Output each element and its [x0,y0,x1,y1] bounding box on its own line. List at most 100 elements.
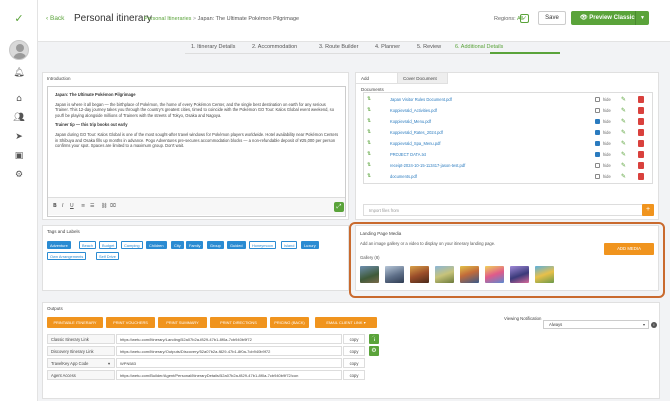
trash-icon[interactable] [638,151,644,158]
send-icon[interactable]: ➤ [12,130,26,144]
expand-icon[interactable]: ⤢ [334,202,344,212]
save-button[interactable]: Save [538,11,566,25]
output-value[interactable]: https://wetu.com/Itinerary/Outputs/Disco… [116,346,342,356]
tag-chip[interactable]: Adventure [47,241,71,249]
gear-icon[interactable]: ⚙ [12,168,26,182]
output-button[interactable]: PRINT VOUCHERS [106,317,155,328]
hide-checkbox[interactable] [595,130,600,135]
preview-dropdown-chevron-icon[interactable]: ▼ [635,11,649,25]
drag-handle-icon[interactable]: ⇅ [367,150,371,159]
hide-checkbox[interactable] [595,174,600,179]
hide-checkbox[interactable] [595,141,600,146]
copy-button[interactable]: copy [343,370,365,380]
ordered-list-icon[interactable]: ≡ [81,203,85,209]
import-add-button[interactable]: + [642,204,654,216]
trash-icon[interactable] [638,140,644,147]
tag-chip[interactable]: Camping [121,241,143,249]
edit-icon[interactable]: ✎ [621,106,626,115]
hide-checkbox[interactable] [595,152,600,157]
tab-add-documents[interactable]: Add Documents [356,73,398,92]
edit-icon[interactable]: ✎ [621,161,626,170]
import-files-input[interactable]: Import files from [363,204,644,216]
step-tab[interactable]: 6. Additional Details [455,44,503,50]
image-icon[interactable]: ▣ [12,149,26,163]
app-logo-icon[interactable]: ✓ [12,12,26,26]
document-name[interactable]: receipt-2024-10-15-113417-jason-test.pdf [390,161,465,170]
tab-cover-document[interactable]: Cover Document [398,73,448,84]
breadcrumb-link[interactable]: Personal Itineraries [144,16,191,22]
copy-button[interactable]: copy [343,334,365,344]
tag-chip[interactable]: Budget [99,241,118,249]
hide-checkbox[interactable] [595,108,600,113]
trash-icon[interactable] [638,173,644,180]
drag-handle-icon[interactable]: ⇅ [367,106,371,115]
regions-check-icon[interactable]: ✓ [520,14,529,23]
app-code-chevron-icon[interactable]: ▾ [108,359,110,368]
drag-handle-icon[interactable]: ⇅ [367,161,371,170]
drag-handle-icon[interactable]: ⇅ [367,128,371,137]
drag-handle-icon[interactable]: ⇅ [367,172,371,181]
trash-icon[interactable] [638,129,644,136]
tag-chip[interactable]: Group [207,241,224,249]
output-button[interactable]: PRINTABLE ITINERARY [47,317,103,328]
tag-chip[interactable]: Family [186,241,204,249]
tag-chip[interactable]: Guided [227,241,246,249]
introduction-editor[interactable]: Japan: The Ultimate Pokémon Pilgrimage J… [47,86,346,217]
home-icon[interactable]: ⌂ [12,92,26,106]
document-name[interactable]: Koppievrald_Rates_2024.pdf [390,128,443,137]
document-name[interactable]: PROJECT DATA.txt [390,150,426,159]
step-tab[interactable]: 1. Itinerary Details [191,44,235,50]
copy-button[interactable]: copy [343,358,365,368]
clear-format-icon[interactable]: ⌧ [110,203,116,209]
gear-icon[interactable]: ⚙ [369,346,379,356]
tag-chip[interactable]: Children [146,241,167,249]
copy-button[interactable]: copy [343,346,365,356]
introduction-content[interactable]: Japan: The Ultimate Pokémon Pilgrimage J… [55,92,339,195]
step-tab[interactable]: 4. Planner [375,44,400,50]
trash-icon[interactable] [638,118,644,125]
drag-handle-icon[interactable]: ⇅ [367,117,371,126]
underline-icon[interactable]: U [70,203,74,209]
tag-chip[interactable]: Honeymoon [249,241,276,249]
bold-icon[interactable]: B [53,203,57,209]
bell-icon[interactable]: 🔔︎ [12,66,26,80]
preview-classic-button[interactable]: 👁︎ Preview Classic ▼ [571,11,649,25]
output-value[interactable]: https://wetu.com/Builder/Agent/Personal/… [116,370,342,380]
output-button[interactable]: PRINT SUMMARY [158,317,207,328]
drag-handle-icon[interactable]: ⇅ [367,139,371,148]
drag-handle-icon[interactable]: ⇅ [367,95,371,104]
edit-icon[interactable]: ✎ [621,172,626,181]
tag-chip[interactable]: Self Drive [96,252,119,260]
users-icon[interactable]: 👥︎ [12,111,26,125]
step-tab[interactable]: 5. Review [417,44,441,50]
output-button[interactable]: PRICING (BACK) [270,317,309,328]
output-value[interactable]: WPN583 [116,358,342,368]
document-name[interactable]: Japan Visitor Rules Document.pdf [390,95,452,104]
italic-icon[interactable]: I [62,203,63,209]
document-name[interactable]: Koppievrald_Spa_Menu.pdf [390,139,441,148]
document-name[interactable]: Koppievrald_Activities.pdf [390,106,437,115]
hide-checkbox[interactable] [595,97,600,102]
trash-icon[interactable] [638,107,644,114]
step-tab[interactable]: 3. Route Builder [319,44,358,50]
document-name[interactable]: Koppievrald_Menu.pdf [390,117,431,126]
viewing-notification-select[interactable]: Always ▾ [543,320,649,329]
back-button[interactable]: ‹ Back [46,15,64,22]
avatar[interactable] [9,40,29,60]
edit-icon[interactable]: ✎ [621,139,626,148]
edit-icon[interactable]: ✎ [621,150,626,159]
edit-icon[interactable]: ✎ [621,128,626,137]
tag-chip[interactable]: Island [281,241,298,249]
info-icon[interactable]: i [371,336,378,343]
hide-checkbox[interactable] [595,163,600,168]
bullet-list-icon[interactable]: ☰ [90,203,94,209]
edit-icon[interactable]: ✎ [621,117,626,126]
tag-chip[interactable]: Luxury [301,241,319,249]
output-button[interactable]: EMAIL CLIENT LINK ▾ [315,317,377,328]
step-tab[interactable]: 2. Accommodation [252,44,297,50]
tag-chip[interactable]: City [171,241,184,249]
document-name[interactable]: documents.pdf [390,172,417,181]
link-icon[interactable]: ⛓ [101,203,107,209]
trash-icon[interactable] [638,96,644,103]
trash-icon[interactable] [638,162,644,169]
